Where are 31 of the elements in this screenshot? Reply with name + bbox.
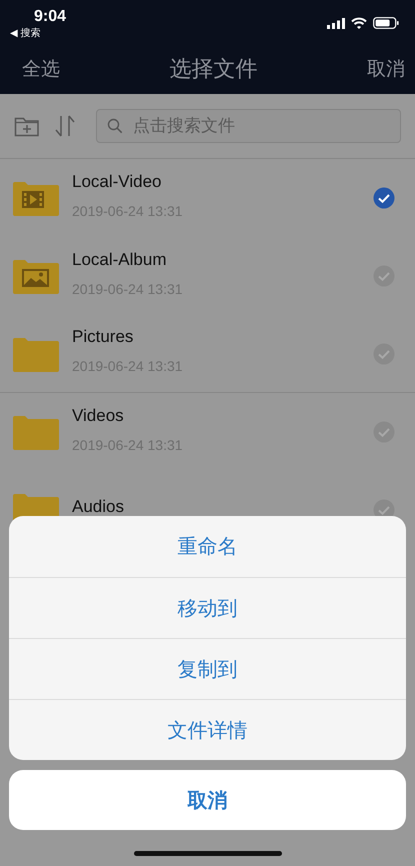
status-time: 9:04 [33,7,66,27]
battery-icon [373,17,399,29]
checkmark-icon[interactable] [373,421,395,443]
action-item[interactable]: 重命名 [9,516,406,577]
checkmark-icon[interactable] [373,265,395,287]
wifi-icon [351,17,367,29]
file-name: Local-Album [72,250,168,270]
back-to-app-link[interactable]: ◀ 搜索 [10,27,66,41]
new-folder-icon [14,115,40,137]
folder-icon [13,414,59,450]
image-folder-icon [13,258,59,294]
file-name: Pictures [72,327,134,347]
action-item[interactable]: 移动到 [9,577,406,638]
cancel-action-button[interactable]: 取消 [9,770,406,830]
checkmark-icon[interactable] [373,187,395,209]
signal-icon [327,18,345,28]
new-folder-button[interactable] [14,115,40,137]
file-name: Videos [72,406,125,426]
checkmark-icon[interactable] [373,342,395,364]
cancel-button[interactable]: 取消 [367,56,405,82]
video-folder-icon [13,180,59,216]
file-name: Audios [72,497,125,517]
sort-arrows-icon [54,114,76,138]
action-item[interactable]: 文件详情 [9,699,406,760]
sort-button[interactable] [54,114,76,138]
action-item[interactable]: 复制到 [9,638,406,699]
select-all-button[interactable]: 全选 [22,56,60,82]
page-title: 选择文件 [170,55,258,83]
folder-icon [13,336,59,372]
file-name: Local-Video [72,172,162,192]
search-field[interactable]: 点击搜索文件 [96,109,401,143]
